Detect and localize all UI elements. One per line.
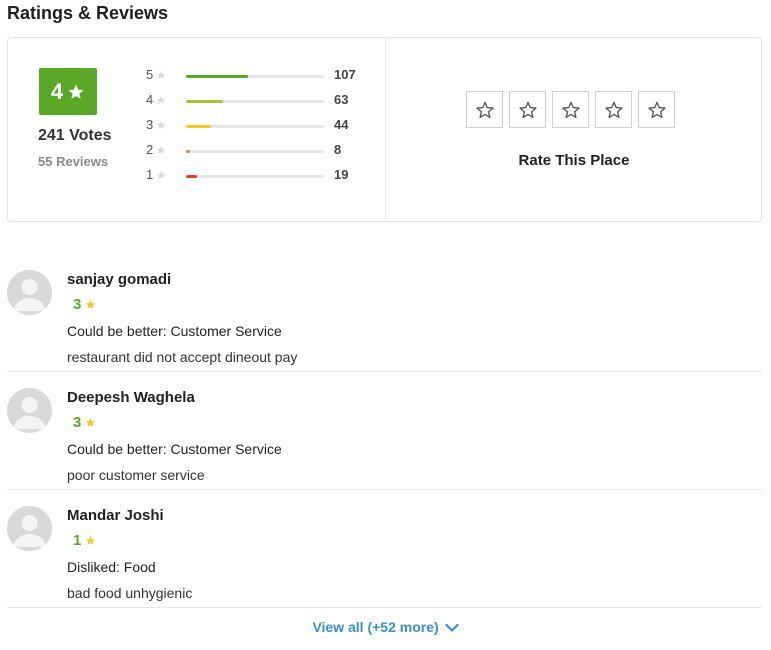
- user-avatar-icon: [7, 270, 52, 315]
- distribution-count: 44: [334, 117, 349, 132]
- review-rating: 3: [73, 296, 96, 313]
- star-outline-icon: [518, 101, 537, 118]
- distribution-row: 5 107: [146, 67, 376, 92]
- user-avatar-icon: [7, 506, 52, 551]
- distribution-star-label: 4: [146, 92, 166, 107]
- section-title: Ratings & Reviews: [7, 3, 169, 23]
- rate-star-5-button[interactable]: [638, 91, 675, 128]
- reviewer-name[interactable]: sanjay gomadi: [67, 271, 171, 288]
- rate-star-1-button[interactable]: [466, 91, 503, 128]
- distribution-row: 1 19: [146, 167, 376, 192]
- reviewer-name[interactable]: Mandar Joshi: [67, 507, 164, 524]
- review-rating-value: 3: [73, 414, 82, 431]
- star-icon: [86, 417, 96, 427]
- overall-score-badge: 4: [39, 68, 97, 115]
- rate-star-4-button[interactable]: [595, 91, 632, 128]
- star-icon: [157, 95, 166, 104]
- distribution-bar: [186, 125, 324, 128]
- distribution-bar: [186, 175, 324, 178]
- review-tagline: Disliked: Food: [67, 559, 156, 575]
- review-tagline: Could be better: Customer Service: [67, 323, 282, 339]
- chevron-down-icon: [444, 624, 459, 632]
- rate-star-3-button[interactable]: [552, 91, 589, 128]
- review-comment: poor customer service: [67, 467, 205, 483]
- distribution-count: 63: [334, 92, 349, 107]
- distribution-bar-fill: [186, 175, 198, 178]
- reviewer-name[interactable]: Deepesh Waghela: [67, 389, 195, 406]
- star-icon: [68, 84, 84, 99]
- distribution-star-label: 5: [146, 67, 166, 82]
- distribution-bar: [186, 100, 324, 103]
- distribution-star-label: 1: [146, 167, 166, 182]
- ratings-summary-card: 4 241 Votes 55 Reviews 5 107 4 63 3 44 2…: [7, 37, 762, 222]
- distribution-star-label: 2: [146, 142, 166, 157]
- avatar: [7, 270, 52, 315]
- star-outline-icon: [475, 101, 494, 118]
- star-icon: [86, 535, 96, 545]
- distribution-row: 3 44: [146, 117, 376, 142]
- rate-stars: [466, 91, 675, 128]
- review-item: Mandar Joshi 1 Disliked: Food bad food u…: [7, 490, 762, 608]
- review-tagline: Could be better: Customer Service: [67, 441, 282, 457]
- distribution-count: 8: [334, 142, 342, 157]
- rate-star-2-button[interactable]: [509, 91, 546, 128]
- review-rating-value: 1: [73, 532, 82, 549]
- review-rating: 3: [73, 414, 96, 431]
- distribution-bar: [186, 75, 324, 78]
- distribution-bar-fill: [186, 150, 191, 153]
- rate-this-place-label: Rate This Place: [518, 152, 630, 169]
- review-item: sanjay gomadi 3 Could be better: Custome…: [7, 254, 762, 372]
- star-outline-icon: [604, 101, 623, 118]
- votes-count: 241 Votes: [38, 127, 112, 144]
- distribution-count: 107: [334, 67, 356, 82]
- distribution-bar-fill: [186, 125, 212, 128]
- star-outline-icon: [561, 101, 580, 118]
- review-comment: bad food unhygienic: [67, 585, 193, 601]
- rating-distribution: 5 107 4 63 3 44 2 8 1 19: [146, 67, 376, 192]
- reviews-count: 55 Reviews: [38, 154, 109, 169]
- avatar: [7, 506, 52, 551]
- review-item: Deepesh Waghela 3 Could be better: Custo…: [7, 372, 762, 490]
- review-comment: restaurant did not accept dineout pay: [67, 349, 298, 365]
- distribution-row: 4 63: [146, 92, 376, 117]
- view-all-link[interactable]: View all (+52 more): [0, 619, 771, 635]
- star-icon: [157, 170, 166, 179]
- distribution-count: 19: [334, 167, 349, 182]
- star-outline-icon: [647, 101, 666, 118]
- review-rating-value: 3: [73, 296, 82, 313]
- distribution-bar-fill: [186, 75, 248, 78]
- star-icon: [157, 70, 166, 79]
- distribution-star-label: 3: [146, 117, 166, 132]
- star-icon: [86, 299, 96, 309]
- star-icon: [157, 120, 166, 129]
- card-divider: [385, 38, 386, 221]
- star-icon: [157, 145, 166, 154]
- distribution-row: 2 8: [146, 142, 376, 167]
- distribution-bar-fill: [186, 100, 223, 103]
- user-avatar-icon: [7, 388, 52, 433]
- avatar: [7, 388, 52, 433]
- review-rating: 1: [73, 532, 96, 549]
- view-all-label: View all (+52 more): [312, 619, 439, 635]
- overall-score: 4: [50, 78, 64, 104]
- distribution-bar: [186, 150, 324, 153]
